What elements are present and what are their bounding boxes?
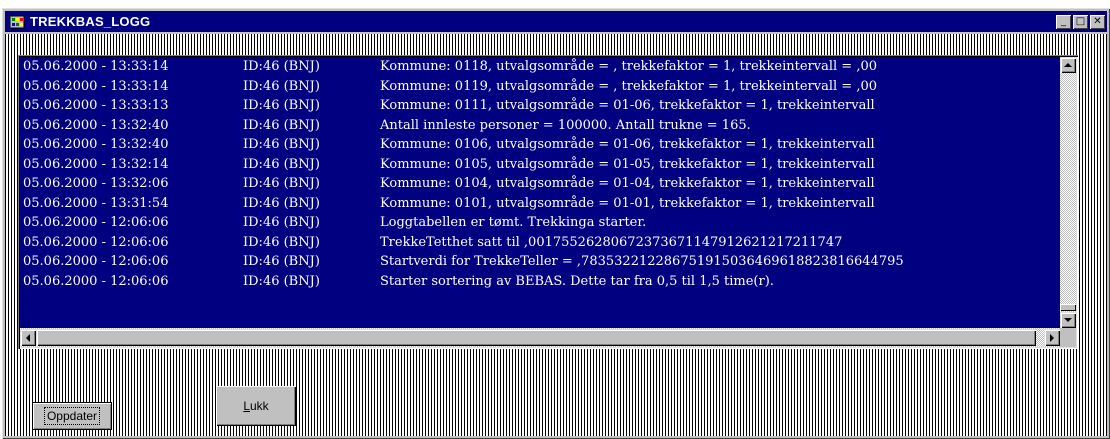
maximize-icon: □: [1075, 15, 1086, 27]
log-message: Kommune: 0105, utvalgsområde = 01-05, tr…: [380, 156, 875, 172]
update-button[interactable]: Oppdater: [32, 402, 112, 430]
log-message: Kommune: 0104, utvalgsområde = 01-04, tr…: [380, 176, 875, 191]
scroll-left-button[interactable]: [20, 329, 36, 346]
log-row[interactable]: 05.06.2000 - 13:32:14 ID:46 (BNJ) Kommune:…: [20, 155, 1060, 175]
client-area: 05.06.2000 - 13:33:14 ID:46 (BNJ) Kommune:…: [5, 34, 1107, 436]
log-user-id: ID:46 (BNJ): [243, 137, 320, 152]
log-user-id: ID:46 (BNJ): [243, 117, 320, 133]
arrow-up-icon: [1064, 63, 1072, 67]
close-icon: ✕: [1093, 15, 1102, 27]
update-button-label: Oppdater: [43, 407, 101, 425]
horizontal-scroll-thumb[interactable]: [36, 329, 1036, 346]
log-user-id: ID:46 (BNJ): [243, 234, 320, 250]
arrow-right-icon: [1050, 333, 1054, 342]
log-message: Startverdi for TrekkeTeller = ,783532212…: [380, 254, 904, 269]
log-message: Kommune: 0106, utvalgsområde = 01-06, tr…: [380, 137, 875, 152]
app-grid-icon[interactable]: [9, 14, 25, 30]
log-message: Loggtabellen er tømt. Trekkinga starter.: [380, 215, 647, 230]
window-title: TREKKBAS_LOGG: [30, 14, 151, 29]
log-message: TrekkeTetthet satt til ,0017552628067237…: [380, 234, 843, 250]
log-message: Kommune: 0118, utvalgsområde = , trekkef…: [380, 59, 878, 74]
scroll-up-button[interactable]: [1060, 57, 1076, 73]
minimize-button[interactable]: _: [1056, 14, 1071, 29]
log-user-id: ID:46 (BNJ): [243, 98, 320, 113]
log-timestamp: 05.06.2000 - 13:32:14: [23, 156, 169, 172]
close-window-button[interactable]: ✕: [1090, 14, 1105, 29]
log-row[interactable]: 05.06.2000 - 13:33:14 ID:46 (BNJ) Kommune:…: [20, 77, 1060, 97]
log-user-id: ID:46 (BNJ): [243, 254, 320, 269]
log-listbox[interactable]: 05.06.2000 - 13:33:14 ID:46 (BNJ) Kommune:…: [18, 55, 1078, 349]
log-timestamp: 05.06.2000 - 12:06:06: [23, 234, 169, 250]
horizontal-scrollbar[interactable]: [20, 328, 1060, 347]
log-row[interactable]: 05.06.2000 - 13:32:40 ID:46 (BNJ) Antall i…: [20, 116, 1060, 136]
log-timestamp: 05.06.2000 - 13:32:40: [23, 137, 169, 152]
log-user-id: ID:46 (BNJ): [243, 273, 320, 289]
log-list[interactable]: 05.06.2000 - 13:33:14 ID:46 (BNJ) Kommune:…: [20, 57, 1060, 328]
log-timestamp: 05.06.2000 - 12:06:06: [23, 273, 169, 289]
log-row[interactable]: 05.06.2000 - 13:32:40 ID:46 (BNJ) Kommune:…: [20, 135, 1060, 155]
log-row[interactable]: 05.06.2000 - 12:06:06 ID:46 (BNJ) TrekkeTe…: [20, 233, 1060, 253]
scroll-right-button[interactable]: [1044, 329, 1060, 346]
minimize-icon: _: [1061, 15, 1066, 27]
log-message: Kommune: 0101, utvalgsområde = 01-01, tr…: [380, 195, 875, 211]
log-row[interactable]: 05.06.2000 - 12:06:06 ID:46 (BNJ) Startver…: [20, 252, 1060, 272]
log-row[interactable]: 05.06.2000 - 12:06:06 ID:46 (BNJ) Loggtabe…: [20, 213, 1060, 233]
vertical-scrollbar[interactable]: [1060, 57, 1076, 328]
log-timestamp: 05.06.2000 - 13:33:13: [23, 98, 169, 113]
log-timestamp: 05.06.2000 - 13:32:40: [23, 117, 169, 133]
close-button-label: Lukk: [243, 399, 269, 413]
trekkbas-logg-window: TREKKBAS_LOGG _ □ ✕ 05.06.2000 - 13:33:1…: [2, 8, 1110, 439]
log-timestamp: 05.06.2000 - 13:33:14: [23, 59, 169, 74]
vertical-scroll-thumb[interactable]: [1060, 304, 1076, 311]
log-timestamp: 05.06.2000 - 13:32:06: [23, 176, 169, 191]
arrow-left-icon: [26, 333, 30, 342]
log-user-id: ID:46 (BNJ): [243, 59, 320, 74]
log-message: Starter sortering av BEBAS. Dette tar fr…: [380, 273, 774, 289]
log-row[interactable]: 05.06.2000 - 12:06:06 ID:46 (BNJ) Starter …: [20, 272, 1060, 292]
log-row[interactable]: 05.06.2000 - 13:33:14 ID:46 (BNJ) Kommune:…: [20, 57, 1060, 77]
scroll-down-button[interactable]: [1060, 312, 1076, 328]
arrow-down-icon: [1064, 318, 1072, 322]
log-user-id: ID:46 (BNJ): [243, 78, 320, 94]
close-button[interactable]: Lukk: [216, 386, 296, 426]
title-bar[interactable]: TREKKBAS_LOGG _ □ ✕: [5, 11, 1107, 32]
log-timestamp: 05.06.2000 - 13:33:14: [23, 78, 169, 94]
log-row[interactable]: 05.06.2000 - 13:32:06 ID:46 (BNJ) Kommune:…: [20, 174, 1060, 194]
log-timestamp: 05.06.2000 - 12:06:06: [23, 215, 169, 230]
log-timestamp: 05.06.2000 - 12:06:06: [23, 254, 169, 269]
log-message: Antall innleste personer = 100000. Antal…: [380, 117, 751, 133]
maximize-button[interactable]: □: [1073, 14, 1088, 29]
log-user-id: ID:46 (BNJ): [243, 215, 320, 230]
log-user-id: ID:46 (BNJ): [243, 195, 320, 211]
window-controls: _ □ ✕: [1056, 14, 1105, 29]
log-row[interactable]: 05.06.2000 - 13:33:13 ID:46 (BNJ) Kommune:…: [20, 96, 1060, 116]
log-user-id: ID:46 (BNJ): [243, 176, 320, 191]
log-user-id: ID:46 (BNJ): [243, 156, 320, 172]
log-timestamp: 05.06.2000 - 13:31:54: [23, 195, 169, 211]
log-row[interactable]: 05.06.2000 - 13:31:54 ID:46 (BNJ) Kommune:…: [20, 194, 1060, 214]
scrollbar-corner: [1060, 328, 1076, 347]
log-message: Kommune: 0119, utvalgsområde = , trekkef…: [380, 78, 878, 94]
log-message: Kommune: 0111, utvalgsområde = 01-06, tr…: [380, 98, 875, 113]
